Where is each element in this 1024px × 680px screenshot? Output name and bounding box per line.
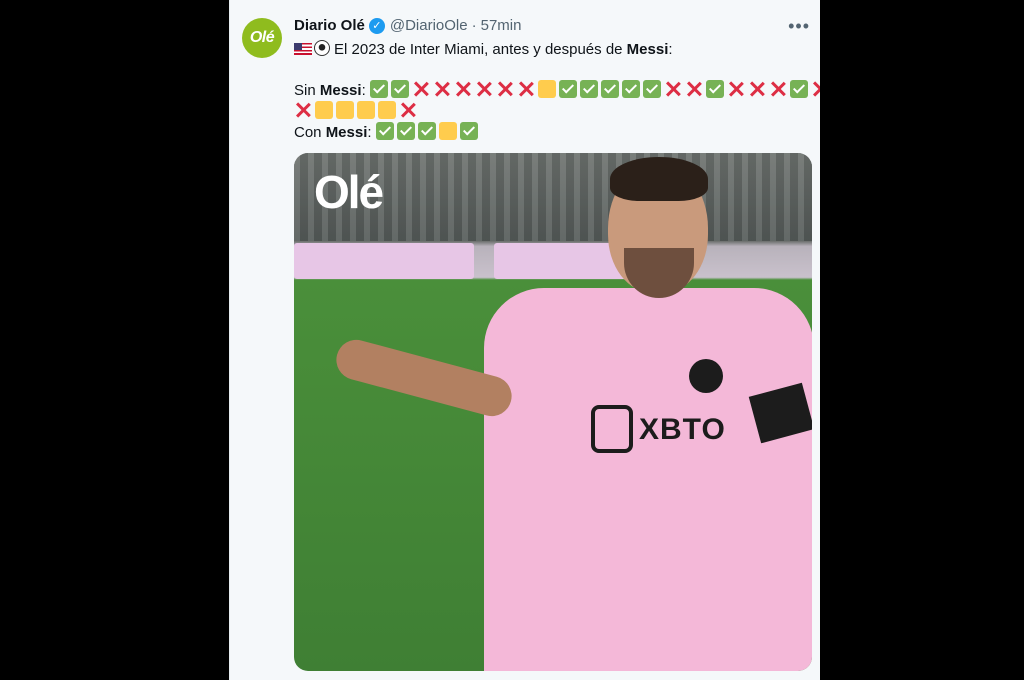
player-pink-jersey — [484, 288, 812, 671]
sin-label: Sin — [294, 82, 320, 99]
con-label: Con — [294, 124, 326, 141]
cross-mark-icon — [433, 80, 451, 98]
ole-watermark-logo: Olé — [314, 166, 384, 218]
check-mark-icon — [621, 80, 640, 98]
cross-mark-icon — [454, 80, 472, 98]
cross-mark-icon — [727, 80, 745, 98]
sin-results-row-2 — [294, 101, 420, 120]
club-crest-icon — [689, 359, 723, 393]
yellow-square-icon — [357, 101, 375, 119]
cross-mark-icon — [294, 101, 312, 119]
intro-colon: : — [668, 41, 673, 58]
cross-mark-icon — [475, 80, 493, 98]
sin-messi-line-2 — [294, 101, 804, 122]
timestamp[interactable]: 57min — [481, 17, 522, 34]
player-hair — [610, 157, 708, 201]
cross-mark-icon — [664, 80, 682, 98]
author-name[interactable]: Diario Olé — [294, 17, 365, 34]
con-results-row — [375, 122, 481, 141]
tweet-card[interactable]: Olé Diario Olé ✓ @DiarioOle · 57min ••• … — [229, 0, 820, 680]
check-mark-icon — [375, 122, 394, 140]
author-handle[interactable]: @DiarioOle — [390, 17, 468, 34]
cross-mark-icon — [496, 80, 514, 98]
cross-mark-icon — [811, 80, 820, 98]
sponsor-logo-icon — [591, 405, 633, 453]
avatar[interactable]: Olé — [242, 18, 282, 58]
cross-mark-icon — [685, 80, 703, 98]
check-mark-icon — [558, 80, 577, 98]
check-mark-icon — [789, 80, 808, 98]
con-messi-line: Con Messi: — [294, 122, 804, 143]
check-mark-icon — [579, 80, 598, 98]
intro-line: El 2023 de Inter Miami, antes y después … — [294, 40, 804, 60]
check-mark-icon — [642, 80, 661, 98]
check-mark-icon — [705, 80, 724, 98]
con-colon: : — [367, 124, 376, 141]
check-mark-icon — [459, 122, 478, 140]
yellow-square-icon — [378, 101, 396, 119]
check-mark-icon — [396, 122, 415, 140]
cross-mark-icon — [769, 80, 787, 98]
yellow-square-icon — [336, 101, 354, 119]
sponsor-text: XBTO — [639, 413, 726, 446]
yellow-square-icon — [315, 101, 333, 119]
check-mark-icon — [417, 122, 436, 140]
yellow-square-icon — [537, 80, 556, 98]
sin-results-row-1 — [369, 80, 820, 99]
tweet-photo[interactable]: Olé XBTO — [294, 153, 812, 671]
separator-dot: · — [471, 17, 477, 34]
avatar-logo: Olé — [249, 29, 275, 46]
sin-messi-name: Messi — [319, 82, 362, 99]
more-options-icon[interactable]: ••• — [788, 16, 810, 37]
us-flag-icon — [294, 43, 312, 55]
tweet-header: Diario Olé ✓ @DiarioOle · 57min — [294, 17, 521, 34]
sin-colon: : — [361, 82, 370, 99]
con-messi-name: Messi — [325, 124, 368, 141]
cross-mark-icon — [517, 80, 535, 98]
check-mark-icon — [600, 80, 619, 98]
cross-mark-icon — [412, 80, 430, 98]
tweet-text: El 2023 de Inter Miami, antes y después … — [294, 40, 808, 143]
check-mark-icon — [390, 80, 409, 98]
sin-messi-line: Sin Messi: — [294, 80, 808, 101]
ad-board — [294, 243, 474, 279]
intro-messi: Messi — [626, 41, 669, 58]
cross-mark-icon — [399, 101, 417, 119]
yellow-square-icon — [438, 122, 457, 140]
check-mark-icon — [369, 80, 388, 98]
soccer-ball-icon — [314, 40, 330, 56]
verified-badge-icon: ✓ — [368, 17, 385, 34]
cross-mark-icon — [748, 80, 766, 98]
intro-text: El 2023 de Inter Miami, antes y después … — [334, 41, 627, 58]
